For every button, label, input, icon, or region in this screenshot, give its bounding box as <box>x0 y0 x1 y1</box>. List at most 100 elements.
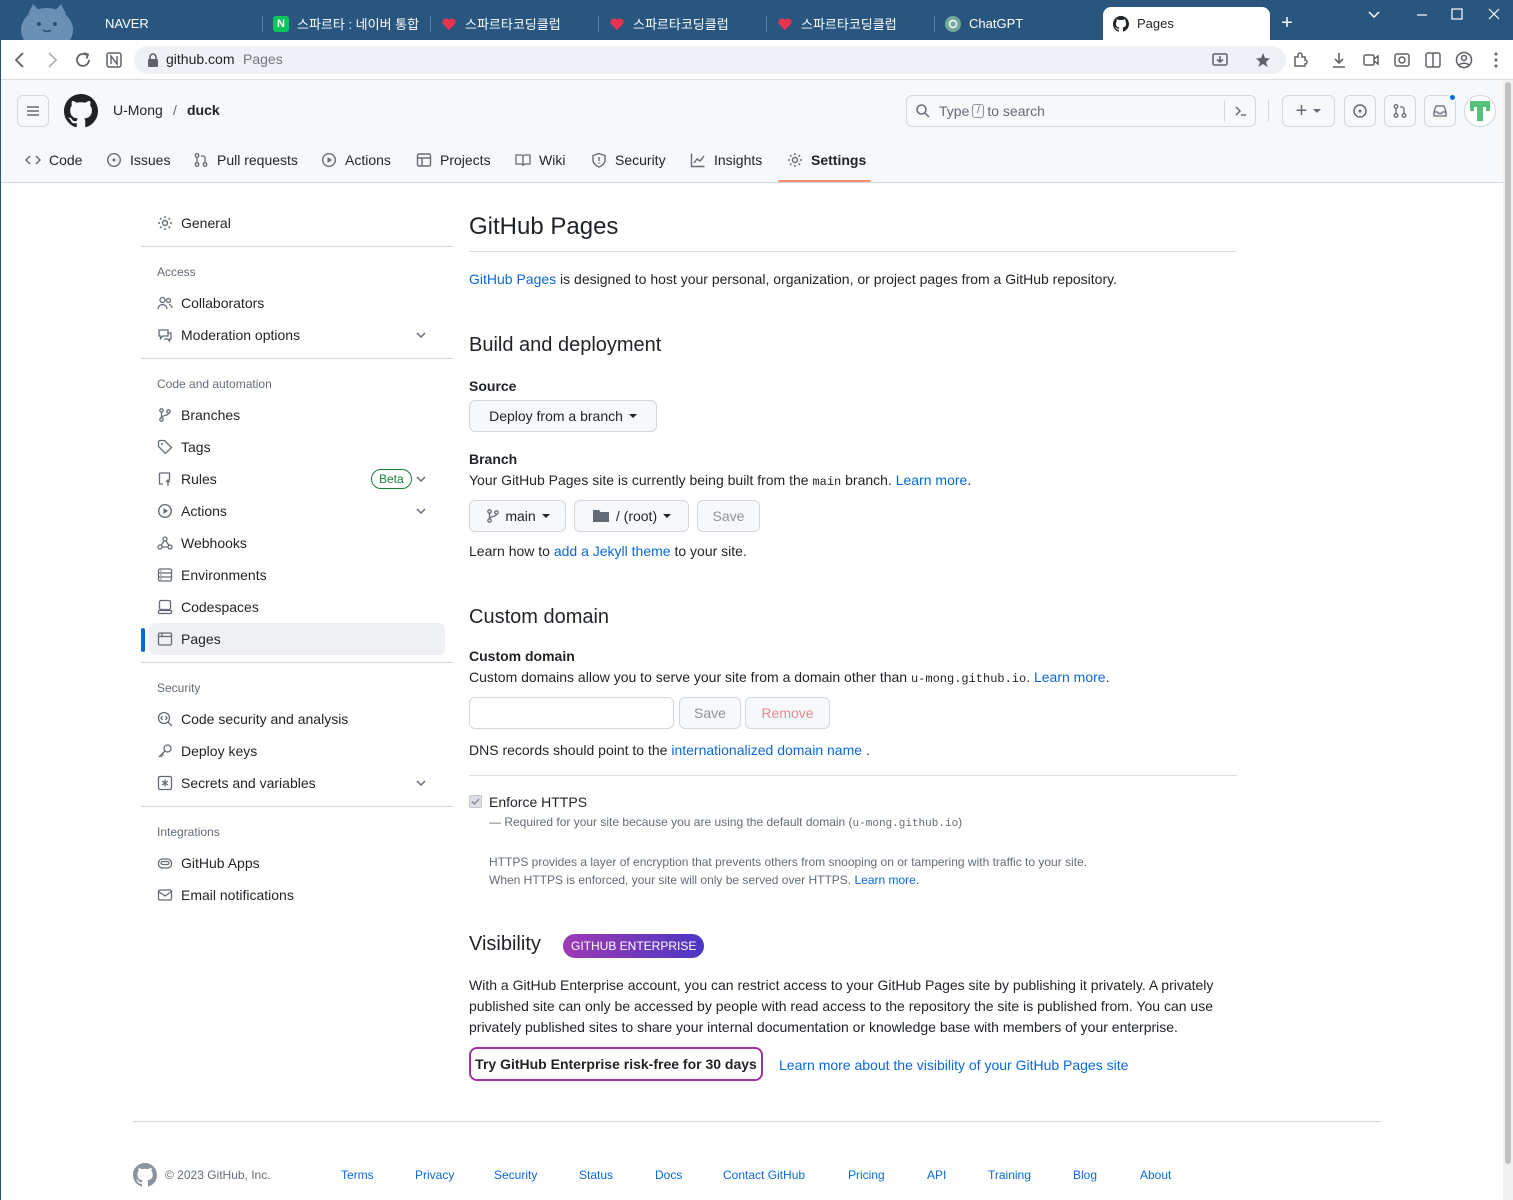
tab-settings[interactable]: Settings <box>787 150 866 170</box>
command-palette-icon[interactable] <box>1233 103 1249 119</box>
jekyll-theme-link[interactable]: add a Jekyll theme <box>554 543 671 559</box>
hamburger-menu-button[interactable] <box>17 95 49 127</box>
selected-tab-underline <box>778 180 871 182</box>
footer-link-pricing[interactable]: Pricing <box>848 1168 885 1182</box>
footer-link-terms[interactable]: Terms <box>341 1168 374 1182</box>
tab-wiki[interactable]: Wiki <box>515 150 565 170</box>
minimize-icon[interactable] <box>1410 6 1434 24</box>
chevron-down-icon[interactable] <box>415 505 427 517</box>
sidebar-item-general[interactable]: General <box>149 207 445 239</box>
sidebar-item-email[interactable]: Email notifications <box>149 879 445 911</box>
back-icon[interactable] <box>10 50 30 70</box>
address-bar[interactable] <box>134 46 1286 74</box>
branch-save-button[interactable]: Save <box>697 500 760 532</box>
footer-link-privacy[interactable]: Privacy <box>415 1168 454 1182</box>
github-logo-icon[interactable] <box>64 94 98 128</box>
visibility-learn-more-link[interactable]: Learn more about the visibility of your … <box>779 1057 1128 1073</box>
folder-select-button[interactable]: / (root) <box>574 500 689 532</box>
source-dropdown[interactable]: Deploy from a branch <box>469 400 657 432</box>
sidebar-item-environments[interactable]: Environments <box>149 559 445 591</box>
footer-link-api[interactable]: API <box>927 1168 946 1182</box>
issues-button[interactable] <box>1344 95 1376 127</box>
tab-naver[interactable]: NAVER <box>95 7 263 40</box>
search-suffix: to search <box>987 103 1045 119</box>
lock-icon[interactable] <box>146 52 160 68</box>
custom-domain-input[interactable] <box>469 697 674 729</box>
install-app-icon[interactable] <box>1210 50 1230 70</box>
sidebar-item-deploy-keys[interactable]: Deploy keys <box>149 735 445 767</box>
profile-icon[interactable] <box>1454 50 1474 70</box>
sparta-icon <box>441 16 457 32</box>
pull-requests-button[interactable] <box>1384 95 1416 127</box>
download-icon[interactable] <box>1329 50 1349 70</box>
footer-link-contact[interactable]: Contact GitHub <box>723 1168 805 1182</box>
tab-pull-requests[interactable]: Pull requests <box>193 150 298 170</box>
sidebar-item-github-apps[interactable]: GitHub Apps <box>149 847 445 879</box>
chevron-down-icon[interactable] <box>415 329 427 341</box>
domain-save-button[interactable]: Save <box>679 697 741 729</box>
close-window-icon[interactable] <box>1482 6 1506 24</box>
active-item-marker <box>141 628 145 652</box>
tab-search-icon[interactable] <box>1362 6 1386 24</box>
bookmark-star-icon[interactable] <box>1253 50 1273 70</box>
chevron-down-icon[interactable] <box>415 473 427 485</box>
footer-link-docs[interactable]: Docs <box>655 1168 682 1182</box>
avatar[interactable] <box>1464 95 1496 127</box>
tab-chatgpt[interactable]: ChatGPT <box>935 7 1103 40</box>
tab-sparta-2[interactable]: 스파르타코딩클럽 <box>599 7 767 40</box>
forward-icon[interactable] <box>42 50 62 70</box>
sidebar-item-rules[interactable]: Rules Beta <box>149 463 445 495</box>
sidebar-item-moderation[interactable]: Moderation options <box>149 319 445 351</box>
tab-issues[interactable]: Issues <box>106 150 170 170</box>
sidebar-item-actions[interactable]: Actions <box>149 495 445 527</box>
custom-domain-learn-more-link[interactable]: Learn more <box>1034 669 1106 685</box>
new-tab-button[interactable]: + <box>1276 12 1298 34</box>
footer-link-status[interactable]: Status <box>579 1168 613 1182</box>
extensions-icon[interactable] <box>1290 50 1310 70</box>
tab-security[interactable]: Security <box>591 150 666 170</box>
branch-learn-more-link[interactable]: Learn more <box>896 472 968 488</box>
breadcrumb-owner[interactable]: U-Mong <box>113 102 163 118</box>
maximize-icon[interactable] <box>1445 6 1469 24</box>
github-pages-link[interactable]: GitHub Pages <box>469 271 556 287</box>
domain-remove-button[interactable]: Remove <box>745 697 830 729</box>
reload-icon[interactable] <box>73 50 93 70</box>
sidebar-item-secrets[interactable]: Secrets and variables <box>149 767 445 799</box>
chevron-down-icon[interactable] <box>415 777 427 789</box>
tab-code[interactable]: Code <box>25 150 82 170</box>
video-icon[interactable] <box>1361 50 1381 70</box>
tab-actions[interactable]: Actions <box>321 150 391 170</box>
side-panel-icon[interactable] <box>1423 50 1443 70</box>
tab-sparta-1[interactable]: 스파르타코딩클럽 <box>431 7 599 40</box>
footer-link-security[interactable]: Security <box>494 1168 537 1182</box>
github-footer-logo-icon[interactable] <box>133 1163 157 1187</box>
sidebar-item-label: Actions <box>181 503 227 519</box>
sidebar-item-collaborators[interactable]: Collaborators <box>149 287 445 319</box>
screenshot-icon[interactable] <box>1392 50 1412 70</box>
breadcrumb-repo[interactable]: duck <box>187 102 220 118</box>
idn-link[interactable]: internationalized domain name <box>671 742 862 758</box>
footer-link-about[interactable]: About <box>1140 1168 1171 1182</box>
tab-sparta-naver[interactable]: N 스파르타 : 네이버 통합 <box>263 7 431 40</box>
browser-tab-bar: NAVER N 스파르타 : 네이버 통합 스파르타코딩클럽 스파르타코딩클럽 … <box>0 0 1513 40</box>
tab-projects[interactable]: Projects <box>416 150 491 170</box>
branch-select-button[interactable]: main <box>469 500 566 532</box>
scrollbar-thumb[interactable] <box>1505 82 1511 1164</box>
sidebar-item-pages[interactable]: Pages <box>149 623 445 655</box>
tab-sparta-3[interactable]: 스파르타코딩클럽 <box>767 7 935 40</box>
create-new-button[interactable]: + <box>1282 95 1335 127</box>
tab-pages[interactable]: Pages <box>1103 7 1270 40</box>
sidebar-item-webhooks[interactable]: Webhooks <box>149 527 445 559</box>
footer-link-training[interactable]: Training <box>988 1168 1031 1182</box>
tab-insights[interactable]: Insights <box>690 150 762 170</box>
menu-kebab-icon[interactable] <box>1486 50 1506 70</box>
sidebar-item-code-security[interactable]: Code security and analysis <box>149 703 445 735</box>
notion-icon[interactable] <box>104 50 124 70</box>
try-enterprise-button[interactable]: Try GitHub Enterprise risk-free for 30 d… <box>469 1047 763 1081</box>
https-learn-more-link[interactable]: Learn more. <box>854 873 919 887</box>
enforce-https-checkbox[interactable] <box>469 795 482 808</box>
sidebar-item-codespaces[interactable]: Codespaces <box>149 591 445 623</box>
sidebar-item-branches[interactable]: Branches <box>149 399 445 431</box>
footer-link-blog[interactable]: Blog <box>1073 1168 1097 1182</box>
sidebar-item-tags[interactable]: Tags <box>149 431 445 463</box>
